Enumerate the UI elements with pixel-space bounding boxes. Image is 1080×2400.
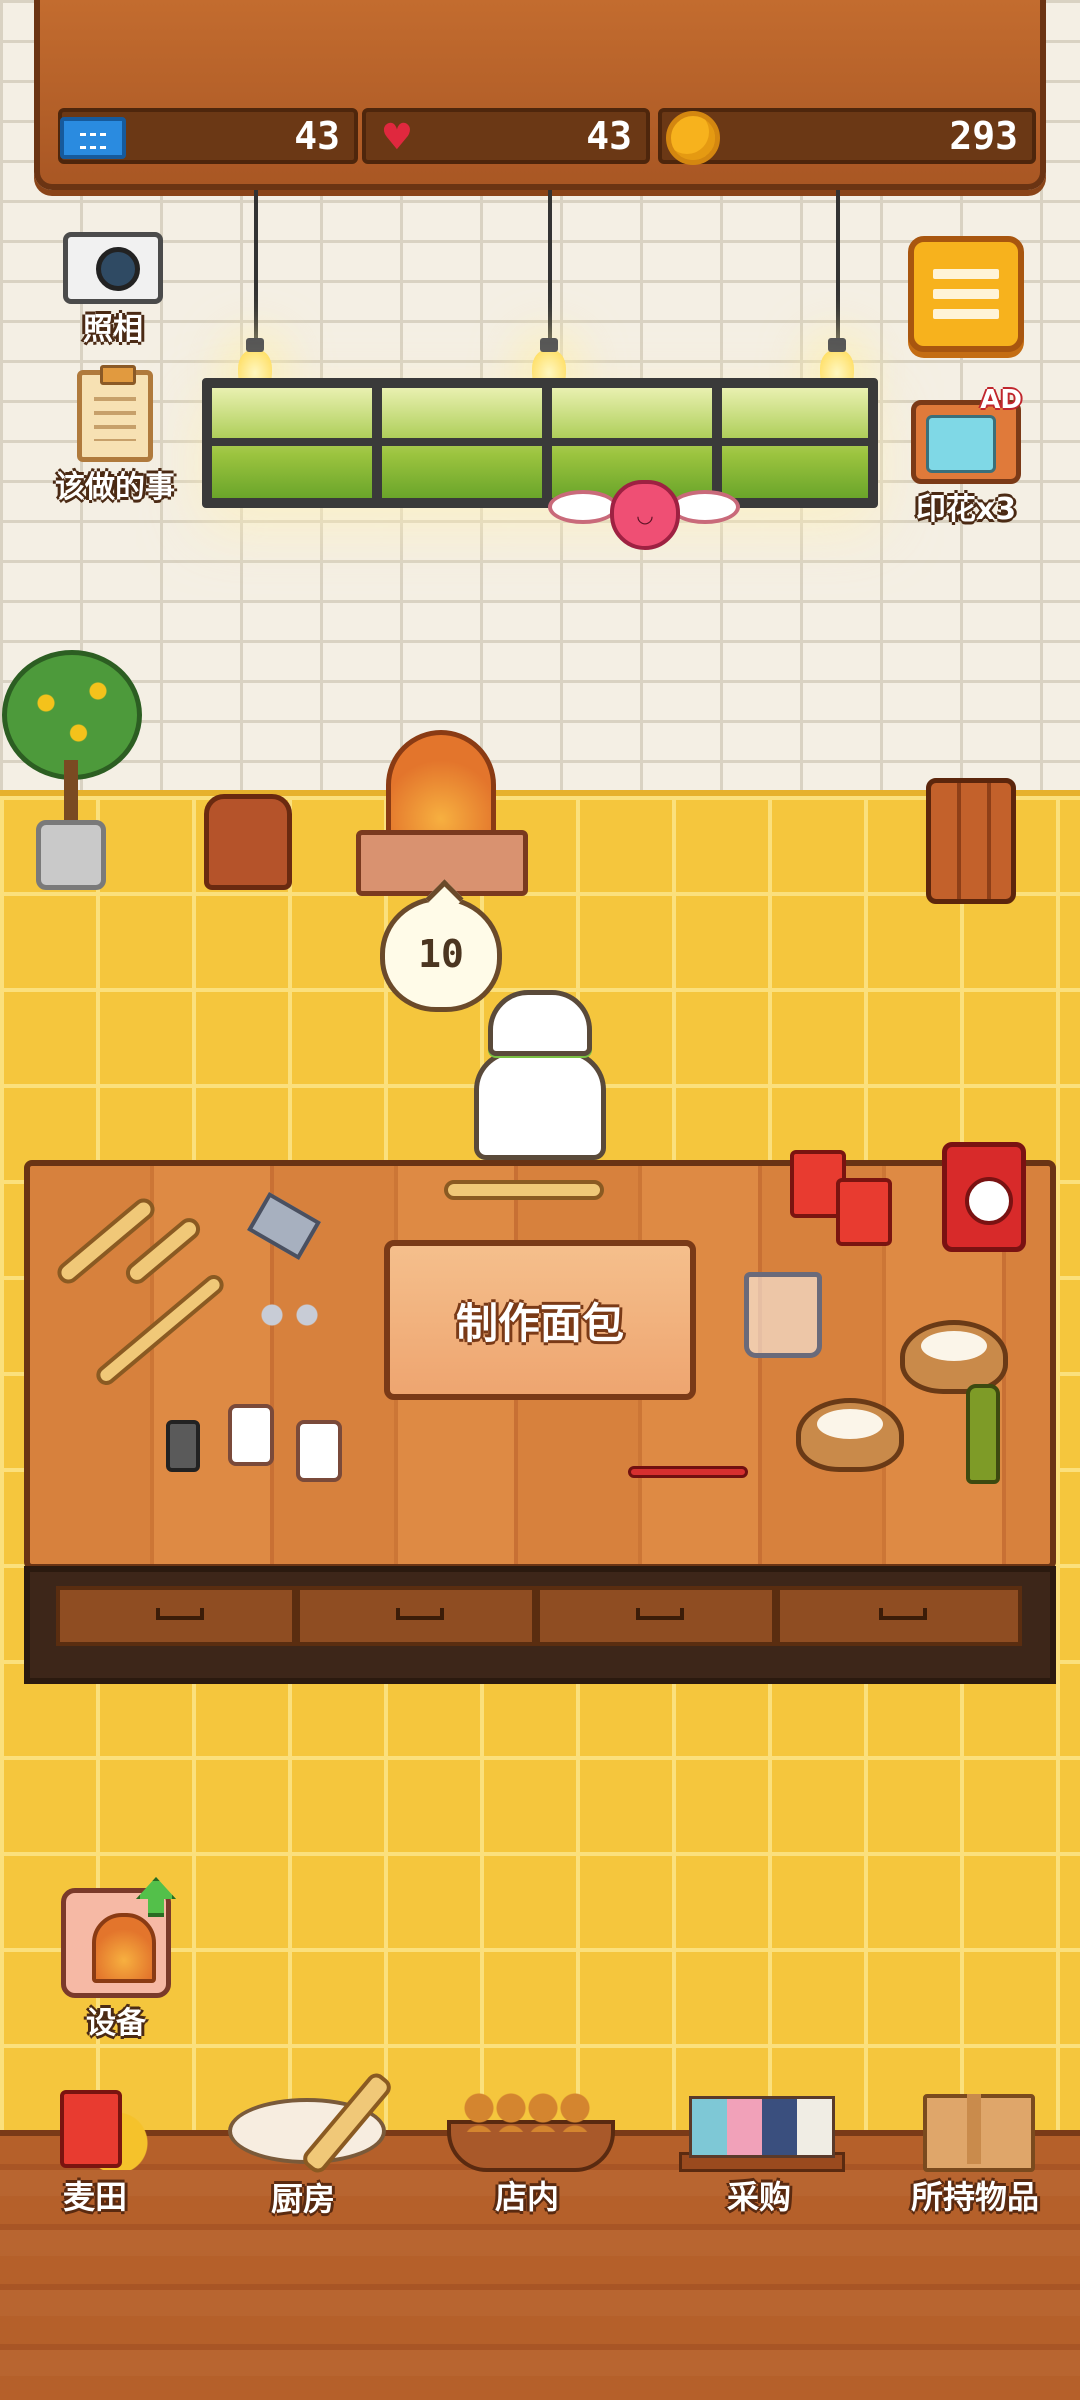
nav-item-store[interactable]: 店内 [432,2080,622,2218]
sugar-jar-icon [296,1420,342,1482]
ticket-counter: 43 [58,108,358,164]
olive-oil-icon [966,1384,1000,1484]
heart-mascot: ◡ [610,480,680,550]
clipboard-icon [77,365,153,462]
camera-icon [63,232,163,304]
heart-counter: ♥ 43 [362,108,650,164]
ticket-count: 43 [294,114,340,158]
measuring-cup-icon [744,1272,822,1358]
store-icon [447,2080,615,2172]
salt-jar-icon [228,1404,274,1466]
ticket-icon [58,106,128,170]
wheat-field-icon [40,2080,150,2170]
flour-bowl-icon [796,1398,904,1472]
flour-bag-icon [836,1178,892,1246]
table-drawer [536,1586,776,1646]
menu-button[interactable] [908,236,1024,352]
nav-label: 所持物品 [910,2178,1039,2216]
stamps-label: 印花x3 [915,492,1017,527]
nav-item-purchase[interactable]: 采购 [664,2080,854,2218]
kitchen-scale-icon [942,1142,1026,1252]
oven-icon [61,1877,176,1998]
kitchen-icon [218,2080,388,2172]
todo-button[interactable]: 该做的事 [40,365,190,506]
photo-button[interactable]: 照相 [58,232,168,348]
table-drawer [56,1586,296,1646]
heart-icon: ♥ [383,112,411,163]
stone-oven[interactable] [356,730,528,896]
header-board: 43 ♥ 43 293 [34,0,1046,190]
whisk-icon [628,1466,748,1478]
lamp-cord [254,190,258,340]
left-wing [548,490,618,524]
todo-label: 该做的事 [55,470,175,505]
nav-label: 采购 [726,2178,791,2216]
lamp-cord [548,190,552,340]
firewood-stack [926,778,1016,904]
nav-item-wheat-field[interactable]: 麦田 [0,2080,190,2218]
chef-hat [488,990,592,1056]
rolling-pin-icon [444,1180,604,1200]
bread-box[interactable] [204,794,292,890]
lamp-cord [836,190,840,340]
right-wing [670,490,740,524]
tree-pot [36,820,106,890]
winged-heart[interactable]: ◡ [548,480,740,570]
coin-count: 293 [949,114,1018,158]
spice-bottle-icon [166,1420,200,1472]
table-drawer [776,1586,1022,1646]
inventory-icon [915,2080,1035,2172]
coin-counter: 293 [658,108,1036,165]
bottom-nav: 麦田 厨房 店内 采购 所持物品 [0,2080,1080,2230]
chef-body [474,1050,606,1160]
nav-label: 店内 [494,2178,559,2216]
photo-label: 照相 [83,312,143,347]
ad-badge: AD [980,385,1022,415]
ad-stamps-button[interactable]: AD 印花x3 [896,385,1036,528]
kitchen-window [202,378,878,508]
chef-character[interactable] [470,990,610,1160]
purchase-icon [669,2080,849,2172]
equipment-button[interactable]: 设备 [58,1877,176,2042]
nav-label: 麦田 [62,2178,127,2216]
tv-ad-icon: AD [911,385,1022,484]
equipment-label: 设备 [86,2006,146,2041]
make-bread-button[interactable]: 制作面包 [384,1240,696,1400]
heart-count: 43 [586,114,632,158]
measuring-spoons-icon [258,1300,328,1330]
dough-bowl-icon [900,1320,1008,1394]
nav-label: 厨房 [270,2180,335,2218]
table-drawer [296,1586,536,1646]
menu-icon [933,269,999,279]
coin-icon [658,106,728,170]
nav-item-inventory[interactable]: 所持物品 [880,2080,1070,2218]
nav-item-kitchen[interactable]: 厨房 [208,2080,398,2220]
